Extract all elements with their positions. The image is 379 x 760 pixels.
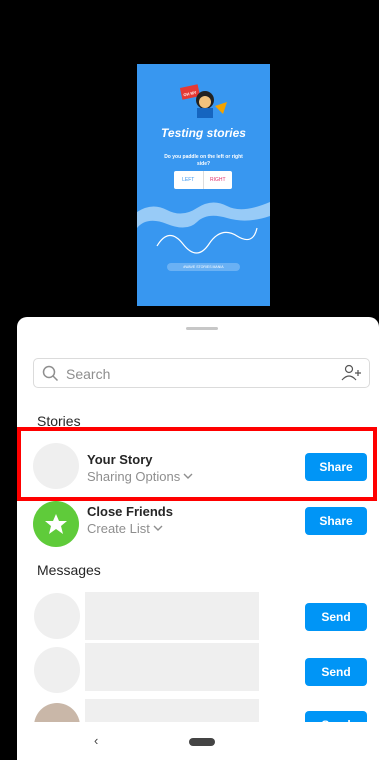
navigation-bar: ‹: [17, 722, 379, 760]
back-icon[interactable]: ‹: [94, 733, 98, 748]
close-friends-avatar: [33, 501, 79, 547]
story-row-close-friends[interactable]: Close Friends Create List Share: [17, 499, 379, 559]
search-bar[interactable]: [33, 358, 370, 388]
share-sheet: Stories Your Story Sharing Options Share…: [17, 317, 379, 760]
chevron-down-icon: [153, 525, 163, 531]
add-people-icon[interactable]: [341, 364, 363, 382]
poll-option-right: RIGHT: [209, 177, 226, 183]
highlight-box: [17, 427, 377, 501]
row-title: Close Friends: [87, 504, 173, 519]
home-pill-icon[interactable]: [189, 738, 215, 746]
section-messages: Messages: [37, 562, 101, 578]
create-list-link[interactable]: Create List: [87, 521, 163, 536]
poll-sticker: LEFT RIGHT: [174, 171, 232, 189]
waves-graphic: [137, 202, 270, 254]
story-question: Do you paddle on the left or right side?: [164, 154, 243, 167]
story-title: Testing stories: [161, 126, 246, 140]
star-icon: [45, 514, 67, 534]
search-icon: [42, 365, 59, 382]
avatar: [34, 647, 80, 693]
poll-option-left: LEFT: [174, 171, 204, 189]
row-subtitle: Create List: [87, 521, 150, 536]
loading-placeholder: [85, 643, 259, 691]
message-row[interactable]: Send: [17, 643, 379, 703]
avatar: [34, 593, 80, 639]
share-button[interactable]: Share: [305, 507, 367, 535]
send-button[interactable]: Send: [305, 603, 367, 631]
message-row[interactable]: Send: [17, 589, 379, 649]
story-preview: OH MY Testing stories Do you paddle on t…: [137, 64, 270, 306]
sheet-drag-handle[interactable]: [186, 327, 218, 330]
sticker-image: OH MY: [179, 84, 227, 118]
loading-placeholder: [85, 592, 259, 640]
hashtag-sticker: #WAVE STORIES MANIA: [167, 263, 240, 271]
search-input[interactable]: [64, 363, 328, 385]
send-button[interactable]: Send: [305, 658, 367, 686]
